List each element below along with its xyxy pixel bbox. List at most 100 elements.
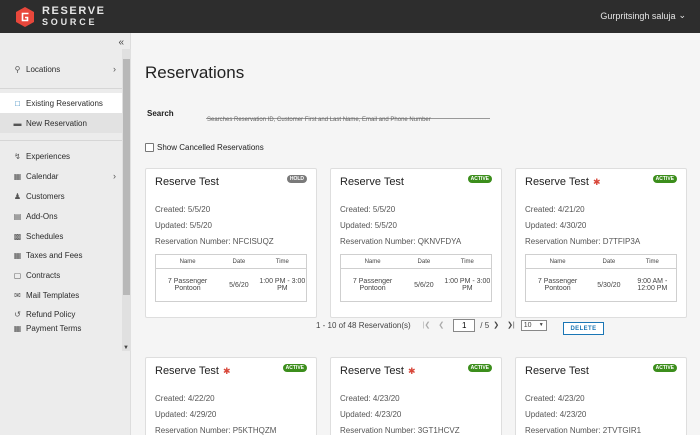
- card-title: Reserve Test: [525, 176, 589, 188]
- sidebar-item-label: Mail Templates: [26, 290, 80, 300]
- sidebar-item-contracts[interactable]: ▢ Contracts: [0, 265, 122, 285]
- calendar-icon: ▦: [13, 171, 22, 181]
- card-title: Reserve Test: [155, 365, 219, 377]
- delete-button[interactable]: DELETE: [563, 322, 604, 335]
- user-name: Gurpritsingh saluja: [600, 10, 676, 21]
- sidebar-item-schedules[interactable]: ▩ Schedules: [0, 226, 122, 246]
- sidebar-item-refund-policy[interactable]: ↺ Refund Policy: [0, 304, 122, 324]
- sidebar-item-label: Schedules: [26, 231, 64, 241]
- updated-date: Updated: 4/23/20: [340, 410, 402, 419]
- sidebar-item-taxes-and-fees[interactable]: ▦ Taxes and Fees: [0, 245, 122, 265]
- tax-icon: ▦: [13, 250, 22, 260]
- user-menu[interactable]: Gurpritsingh saluja ⌄: [600, 10, 686, 21]
- col-date: Date: [232, 258, 246, 265]
- sidebar-item-locations[interactable]: ⚲ Locations ›: [0, 59, 122, 79]
- sidebar-item-label: Refund Policy: [26, 309, 76, 319]
- sidebar-item-label: Existing Reservations: [26, 98, 103, 108]
- card-title: Reserve Test: [155, 176, 219, 188]
- reservation-items-table: Name Date Time 7 Passenger Pontoon 5/30/…: [525, 254, 677, 302]
- created-date: Created: 4/23/20: [525, 394, 585, 403]
- page-number-input[interactable]: [453, 318, 476, 332]
- table-header: Name Date Time: [526, 255, 676, 269]
- sidebar-item-new-reservation[interactable]: ▬ New Reservation: [0, 113, 122, 133]
- sidebar-item-payment-terms[interactable]: ▦ Payment Terms: [0, 324, 122, 333]
- reservation-number: Reservation Number: P5KTHQZM: [155, 426, 277, 435]
- starred-icon: ✱: [408, 365, 416, 376]
- reservation-card[interactable]: Reserve Test ACTIVE Created: 4/23/20 Upd…: [515, 357, 687, 435]
- total-pages: / 5: [480, 320, 490, 330]
- last-page-icon[interactable]: ❯|: [507, 321, 515, 329]
- sidebar-item-existing-reservations[interactable]: □ Existing Reservations: [0, 93, 122, 113]
- main-content: Reservations Search Searches Reservation…: [131, 33, 700, 435]
- contract-icon: ▢: [13, 270, 22, 280]
- scroll-down-arrow-icon[interactable]: ▼: [123, 345, 129, 351]
- reservation-card[interactable]: Reserve Test ACTIVE Created: 5/5/20 Upda…: [330, 168, 502, 318]
- created-date: Created: 4/23/20: [340, 394, 400, 403]
- starred-icon: ✱: [223, 365, 231, 376]
- scrollbar-thumb[interactable]: [123, 59, 130, 295]
- item-date: 5/6/20: [229, 281, 249, 289]
- updated-date: Updated: 4/23/20: [525, 410, 587, 419]
- reservation-number: Reservation Number: NFCISUQZ: [155, 237, 274, 246]
- table-header: Name Date Time: [156, 255, 306, 269]
- sidebar-item-experiences[interactable]: ↯ Experiences: [0, 146, 122, 166]
- refund-icon: ↺: [14, 309, 21, 319]
- updated-date: Updated: 4/30/20: [525, 221, 587, 230]
- sidebar-item-add-ons[interactable]: ▤ Add-Ons: [0, 206, 122, 226]
- item-time: 9:00 AM - 12:00 PM: [637, 278, 668, 292]
- updated-date: Updated: 4/29/20: [155, 410, 217, 419]
- sidebar-item-label: Taxes and Fees: [26, 250, 83, 260]
- location-pin-icon: ⚲: [14, 64, 21, 74]
- created-date: Created: 4/22/20: [155, 394, 215, 403]
- show-cancelled-checkbox[interactable]: [145, 143, 154, 152]
- mail-icon: ✉: [14, 290, 21, 300]
- sidebar-item-customers[interactable]: ♟ Customers: [0, 186, 122, 206]
- sidebar-scrollbar[interactable]: ▼: [122, 49, 131, 351]
- brand-logo[interactable]: RESERVE SOURCE: [14, 6, 106, 28]
- card-title: Reserve Test: [525, 365, 589, 377]
- col-name: Name: [179, 258, 196, 265]
- pagination-bar: 1 - 10 of 48 Reservation(s) |❮ ❮ / 5 ❯ ❯…: [316, 317, 547, 333]
- logo-hexagon-icon: [14, 6, 36, 28]
- search-label: Search: [147, 109, 174, 118]
- created-date: Created: 4/21/20: [525, 205, 585, 214]
- card-title: Reserve Test: [340, 176, 404, 188]
- status-badge: ACTIVE: [467, 175, 492, 183]
- caret-down-icon: ▼: [538, 322, 544, 328]
- item-name: 7 Passenger Pontoon: [352, 278, 393, 292]
- sidebar-item-label: Calendar: [26, 171, 59, 181]
- sidebar-item-label: Customers: [26, 191, 65, 201]
- pagination-range: 1 - 10 of 48 Reservation(s): [316, 320, 411, 330]
- chevron-right-icon: ›: [113, 171, 116, 181]
- reservation-card[interactable]: Reserve Test ✱ ACTIVE Created: 4/23/20 U…: [330, 357, 502, 435]
- sidebar-item-label: Payment Terms: [26, 324, 82, 333]
- table-row: 7 Passenger Pontoon 5/6/20 1:00 PM - 3:0…: [156, 269, 306, 301]
- prev-page-icon[interactable]: ❮: [438, 321, 444, 329]
- reservation-card[interactable]: Reserve Test HOLD Created: 5/5/20 Update…: [145, 168, 317, 318]
- next-page-icon[interactable]: ❯: [493, 321, 499, 329]
- reservation-card[interactable]: Reserve Test ✱ ACTIVE Created: 4/21/20 U…: [515, 168, 687, 318]
- sidebar-item-mail-templates[interactable]: ✉ Mail Templates: [0, 285, 122, 305]
- cart-icon: ▤: [13, 211, 22, 221]
- col-name: Name: [549, 258, 566, 265]
- logo-line1: RESERVE: [42, 5, 106, 17]
- starred-icon: ✱: [593, 176, 601, 187]
- logo-line2: SOURCE: [42, 17, 98, 27]
- search-hint: Searches Reservation ID, Customer First …: [207, 117, 431, 123]
- item-time: 1:00 PM - 3:00 PM: [259, 278, 306, 292]
- collapse-sidebar-icon[interactable]: «: [118, 37, 124, 48]
- sidebar-item-label: New Reservation: [26, 118, 87, 128]
- chevron-down-icon: ⌄: [678, 10, 686, 20]
- status-badge: ACTIVE: [652, 175, 677, 183]
- status-badge: ACTIVE: [652, 364, 677, 372]
- reservation-number: Reservation Number: 3GT1HCVZ: [340, 426, 460, 435]
- sidebar-item-calendar[interactable]: ▦ Calendar ›: [0, 166, 122, 186]
- created-date: Created: 5/5/20: [155, 205, 211, 214]
- updated-date: Updated: 5/5/20: [340, 221, 397, 230]
- show-cancelled-toggle[interactable]: Show Cancelled Reservations: [145, 143, 264, 152]
- col-time: Time: [460, 258, 474, 265]
- created-date: Created: 5/5/20: [340, 205, 396, 214]
- reservation-card[interactable]: Reserve Test ✱ ACTIVE Created: 4/22/20 U…: [145, 357, 317, 435]
- per-page-select[interactable]: 10 ▼: [520, 319, 547, 331]
- first-page-icon[interactable]: |❮: [423, 321, 431, 329]
